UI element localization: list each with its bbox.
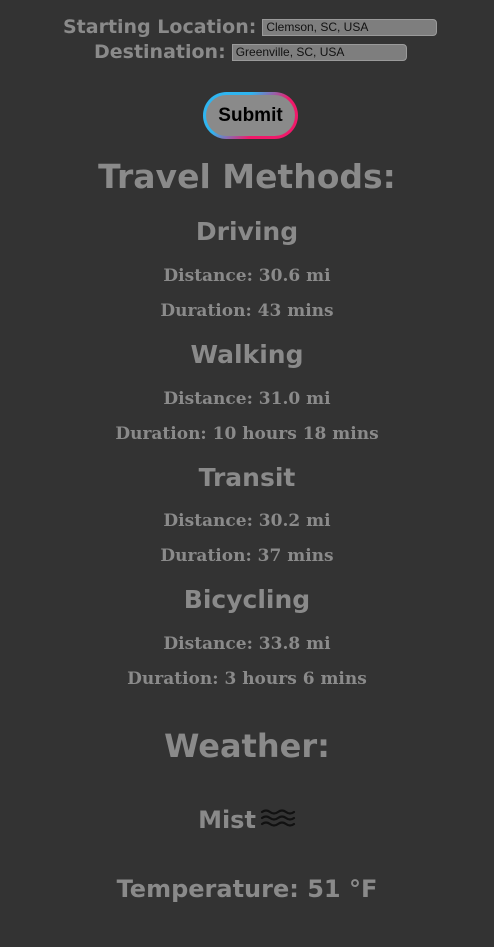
temperature: Temperature: 51 °F: [116, 875, 378, 903]
destination-input[interactable]: [231, 43, 407, 61]
mist-icon: [260, 808, 296, 836]
destination-label: Destination:: [94, 41, 226, 63]
travel-methods-heading: Travel Methods:: [98, 157, 396, 196]
method-name-bicycling: Bicycling: [183, 585, 311, 614]
submit-button-border: Submit: [203, 92, 298, 139]
starting-location-label: Starting Location:: [63, 16, 257, 38]
weather-heading: Weather:: [164, 727, 330, 765]
starting-location-input[interactable]: [262, 18, 438, 36]
method-distance-transit: Distance: 30.2 mi: [163, 511, 331, 531]
method-duration-transit: Duration: 37 mins: [160, 546, 334, 566]
method-duration-walking: Duration: 10 hours 18 mins: [115, 424, 379, 444]
method-distance-walking: Distance: 31.0 mi: [163, 389, 331, 409]
method-name-walking: Walking: [190, 340, 304, 369]
method-distance-driving: Distance: 30.6 mi: [163, 266, 331, 286]
method-name-driving: Driving: [195, 217, 299, 246]
method-duration-driving: Duration: 43 mins: [160, 301, 334, 321]
method-duration-bicycling: Duration: 3 hours 6 mins: [127, 669, 367, 689]
weather-condition-row: Mist: [0, 806, 494, 836]
weather-condition: Mist: [198, 806, 256, 834]
submit-button[interactable]: Submit: [206, 95, 295, 136]
method-name-transit: Transit: [198, 463, 296, 492]
method-distance-bicycling: Distance: 33.8 mi: [163, 634, 331, 654]
starting-location-row: Starting Location:: [63, 16, 438, 38]
destination-row: Destination:: [94, 41, 407, 63]
